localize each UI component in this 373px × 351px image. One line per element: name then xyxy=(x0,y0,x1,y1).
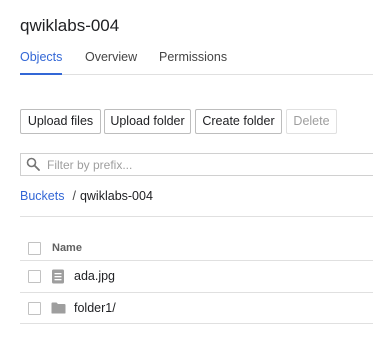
tab-overview[interactable]: Overview xyxy=(85,50,137,64)
filter-box xyxy=(20,153,373,176)
row-checkbox[interactable] xyxy=(28,270,41,283)
name-column-header[interactable]: Name xyxy=(52,242,82,254)
breadcrumb-current: qwiklabs-004 xyxy=(79,189,153,203)
breadcrumb: Buckets / qwiklabs-004 xyxy=(20,189,153,203)
page-title: qwiklabs-004 xyxy=(20,16,120,35)
search-icon xyxy=(26,157,40,171)
tab-permissions[interactable]: Permissions xyxy=(159,50,227,64)
breadcrumb-divider xyxy=(20,216,373,217)
folder-icon xyxy=(51,302,66,314)
file-name-link[interactable]: ada.jpg xyxy=(74,269,115,283)
upload-folder-button[interactable]: Upload folder xyxy=(104,109,191,134)
folder-name-link[interactable]: folder1/ xyxy=(74,301,116,315)
breadcrumb-separator: / xyxy=(72,189,76,203)
header-divider xyxy=(20,260,373,261)
row-checkbox[interactable] xyxy=(28,302,41,315)
tab-objects[interactable]: Objects xyxy=(20,50,63,75)
row-divider xyxy=(20,292,373,293)
row-divider xyxy=(20,323,373,324)
file-icon xyxy=(52,269,64,284)
upload-files-button[interactable]: Upload files xyxy=(20,109,101,134)
create-folder-button[interactable]: Create folder xyxy=(195,109,282,134)
filter-input[interactable] xyxy=(47,156,367,173)
select-all-checkbox[interactable] xyxy=(28,242,41,255)
breadcrumb-buckets-link[interactable]: Buckets xyxy=(20,189,64,203)
tab-bar: Objects Overview Permissions xyxy=(20,50,373,75)
delete-button[interactable]: Delete xyxy=(286,109,337,134)
